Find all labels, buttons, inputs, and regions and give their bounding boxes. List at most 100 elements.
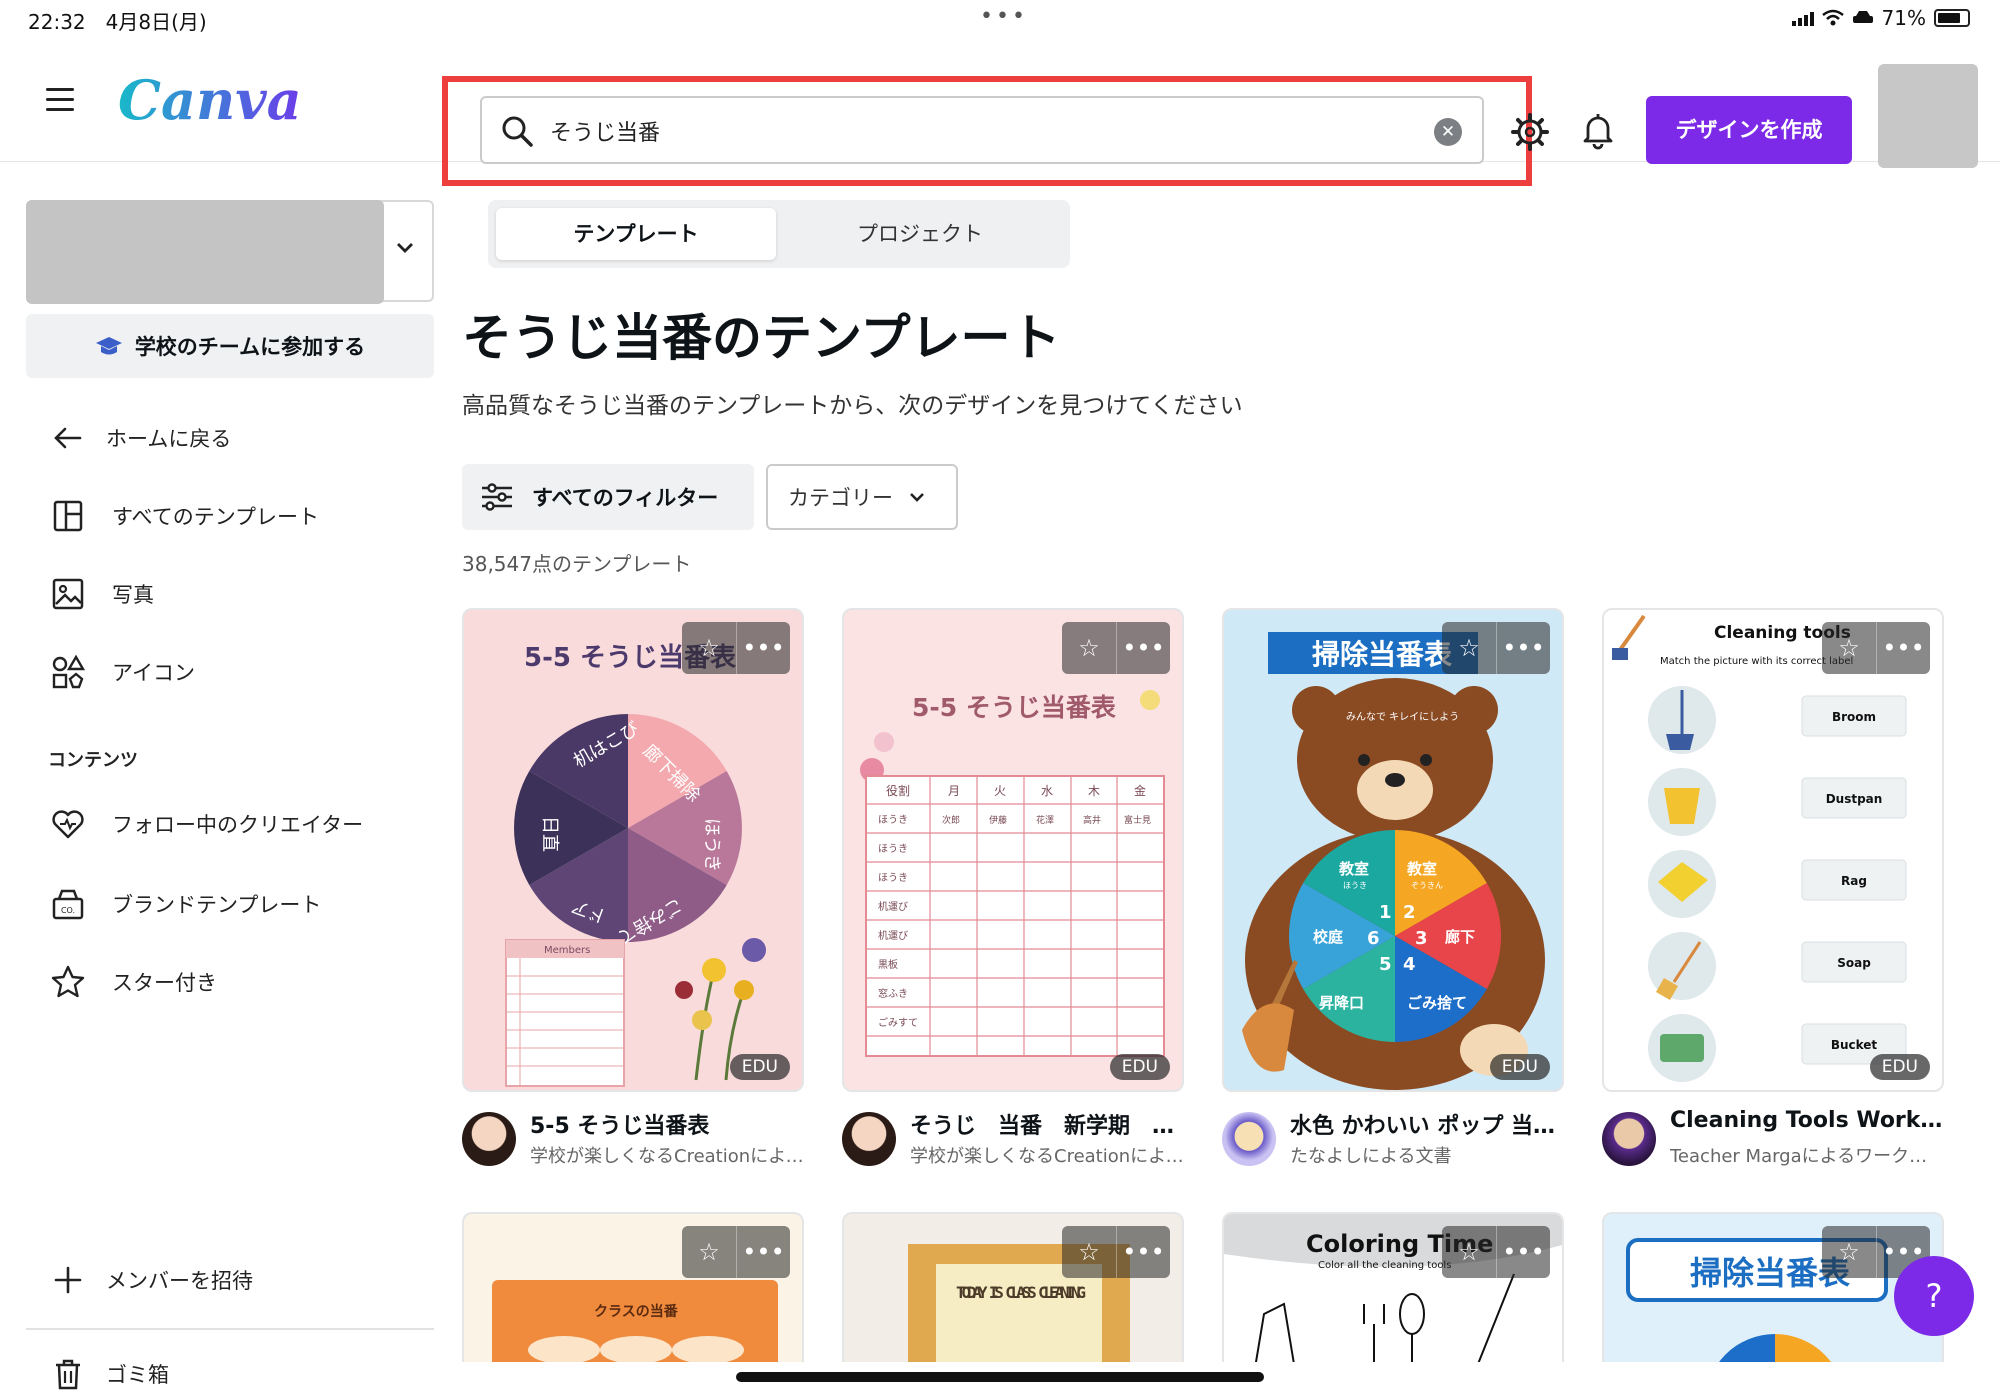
tab-group: テンプレート プロジェクト — [488, 200, 1070, 268]
edu-badge: EDU — [1489, 1054, 1550, 1080]
create-design-button[interactable]: デザインを作成 — [1646, 96, 1852, 164]
template-card[interactable]: クラスの当番 ☆ ••• — [462, 1212, 804, 1372]
team-name-redacted — [26, 200, 384, 304]
template-card[interactable]: 掃除当番表 ☆ ••• — [1602, 1212, 1944, 1372]
search-bar[interactable]: ✕ — [480, 96, 1484, 164]
template-card[interactable]: Cleaning tools Match the picture with it… — [1602, 608, 1944, 1092]
more-icon[interactable]: ••• — [1876, 622, 1930, 674]
all-filters-label: すべてのフィルター — [532, 486, 719, 510]
team-switcher[interactable] — [26, 200, 434, 304]
nav-home[interactable]: ホームに戻る — [50, 420, 231, 456]
card-actions: ☆ ••• — [682, 1226, 790, 1278]
table-row-label: 窓ふき — [878, 987, 908, 1000]
card-title[interactable]: Cleaning Tools Worksheet — [1670, 1108, 1944, 1133]
wifi-icon — [1821, 9, 1844, 26]
star-icon[interactable]: ☆ — [1442, 622, 1496, 674]
table-col: 木 — [1088, 784, 1100, 798]
template-thumbnail: 5-5 そうじ当番表 役割 月 火 水 木 金 ほうき ほうき ほうき 机運び … — [860, 690, 1165, 1057]
nav-all-templates[interactable]: すべてのテンプレート — [50, 498, 319, 534]
arrow-left-icon — [54, 427, 82, 449]
more-icon[interactable]: ••• — [1496, 622, 1550, 674]
wheel-number: 6 — [1367, 928, 1380, 949]
edu-badge-label: EDU — [1881, 1057, 1918, 1077]
card-creator[interactable]: 学校が楽しくなるCreationによる... — [530, 1142, 804, 1168]
multitask-dots[interactable]: ••• — [980, 4, 1028, 29]
thumb-table-header: Members — [544, 945, 590, 956]
nav-following-creators[interactable]: フォロー中のクリエイター — [50, 806, 363, 842]
star-icon[interactable]: ☆ — [1062, 1226, 1116, 1278]
template-card[interactable]: TODAY IS CLASS CLEANING ☆ ••• — [842, 1212, 1184, 1372]
edu-badge: EDU — [1869, 1054, 1930, 1080]
card-creator[interactable]: Teacher Margaによるワークシート — [1670, 1142, 1944, 1168]
nav-brand-templates[interactable]: CO. ブランドテンプレート — [50, 886, 321, 922]
more-icon[interactable]: ••• — [736, 622, 790, 674]
edu-badge-label: EDU — [1501, 1057, 1538, 1077]
card-meta: 水色 かわいい ポップ 当番表 たなよしによる文書 — [1222, 1106, 1564, 1176]
all-filters-button[interactable]: すべてのフィルター — [462, 464, 754, 530]
home-indicator[interactable] — [736, 1372, 1264, 1382]
table-col: 火 — [994, 784, 1006, 798]
star-icon[interactable]: ☆ — [682, 1226, 736, 1278]
more-icon[interactable]: ••• — [1116, 1226, 1170, 1278]
menu-icon[interactable] — [46, 88, 74, 118]
creator-avatar[interactable] — [842, 1112, 896, 1166]
card-creator[interactable]: たなよしによる文書 — [1290, 1142, 1564, 1168]
more-icon[interactable]: ••• — [1116, 622, 1170, 674]
nav-trash[interactable]: ゴミ箱 — [50, 1356, 169, 1392]
edu-badge: EDU — [1109, 1054, 1170, 1080]
help-button[interactable]: ? — [1894, 1256, 1974, 1336]
star-icon[interactable]: ☆ — [1822, 1226, 1876, 1278]
bell-icon[interactable] — [1578, 110, 1618, 150]
star-icon[interactable]: ☆ — [1822, 622, 1876, 674]
nav-photos[interactable]: 写真 — [50, 576, 154, 612]
creator-avatar[interactable] — [462, 1112, 516, 1166]
creator-avatar[interactable] — [1602, 1112, 1656, 1166]
join-school-team-button[interactable]: 学校のチームに参加する — [26, 314, 434, 378]
join-team-label: 学校のチームに参加する — [134, 335, 366, 359]
gear-icon[interactable] — [1510, 112, 1550, 152]
invite-members-button[interactable]: メンバーを招待 — [50, 1262, 253, 1298]
category-dropdown-label: カテゴリー — [788, 486, 893, 510]
more-icon[interactable]: ••• — [736, 1226, 790, 1278]
user-avatar[interactable] — [1878, 64, 1978, 168]
tab-templates[interactable]: テンプレート — [496, 208, 776, 260]
canva-logo[interactable]: Canva — [118, 68, 302, 132]
wheel-label: ごみ捨て — [1407, 994, 1467, 1012]
more-icon[interactable]: ••• — [1496, 1226, 1550, 1278]
nav-brand-templates-label: ブランドテンプレート — [112, 893, 322, 917]
table-cell: 富士見 — [1124, 814, 1151, 826]
wheel-label: 教室 — [1338, 860, 1369, 878]
wheel-sub: ほうき — [1343, 881, 1367, 890]
template-card[interactable]: 掃除当番表 みんなで キレイにしよう 教室 教室 ほうき ぞうきん 廊下 ごみ捨… — [1222, 608, 1564, 1092]
nav-trash-label: ゴミ箱 — [106, 1363, 169, 1387]
card-title[interactable]: そうじ 当番 新学期 A4 — [910, 1108, 1184, 1140]
template-card[interactable]: 5-5 そうじ当番表 役割 月 火 水 木 金 ほうき ほうき ほうき 机運び … — [842, 608, 1184, 1092]
template-thumbnail: 掃除当番表 みんなで キレイにしよう 教室 教室 ほうき ぞうきん 廊下 ごみ捨… — [1242, 632, 1545, 1090]
thumb-title: TODAY IS CLASS CLEANING — [956, 1283, 1086, 1302]
card-actions: ☆ ••• — [1062, 622, 1170, 674]
card-title[interactable]: 5-5 そうじ当番表 — [530, 1108, 804, 1140]
clear-icon[interactable]: ✕ — [1434, 118, 1462, 146]
search-input[interactable] — [550, 113, 1370, 149]
card-title[interactable]: 水色 かわいい ポップ 当番表 — [1290, 1108, 1564, 1140]
template-card[interactable]: Coloring Time Color all the cleaning too… — [1222, 1212, 1564, 1372]
category-dropdown[interactable]: カテゴリー — [766, 464, 958, 530]
nav-all-templates-label: すべてのテンプレート — [112, 505, 320, 529]
star-icon[interactable]: ☆ — [1442, 1226, 1496, 1278]
template-icon — [53, 500, 83, 532]
card-creator[interactable]: 学校が楽しくなるCreationによる... — [910, 1142, 1184, 1168]
signal-icon — [1791, 10, 1814, 26]
filter-sliders-icon — [482, 483, 512, 511]
wheel-label: 校庭 — [1313, 928, 1344, 946]
wheel-label: 廊下 — [1445, 928, 1475, 946]
star-icon[interactable]: ☆ — [1062, 622, 1116, 674]
table-cell: 高井 — [1083, 814, 1101, 826]
template-card[interactable]: 5-5 そうじ当番表 机はこび 廊下掃除 ほうき ごみ捨て ドア 日直 Memb… — [462, 608, 804, 1092]
creator-avatar[interactable] — [1222, 1112, 1276, 1166]
wheel-number: 5 — [1379, 954, 1392, 975]
wheel-label: ほうき — [701, 818, 722, 872]
star-icon[interactable]: ☆ — [682, 622, 736, 674]
tab-projects[interactable]: プロジェクト — [780, 208, 1060, 260]
nav-starred[interactable]: スター付き — [50, 964, 217, 1000]
nav-icons[interactable]: アイコン — [50, 654, 195, 690]
